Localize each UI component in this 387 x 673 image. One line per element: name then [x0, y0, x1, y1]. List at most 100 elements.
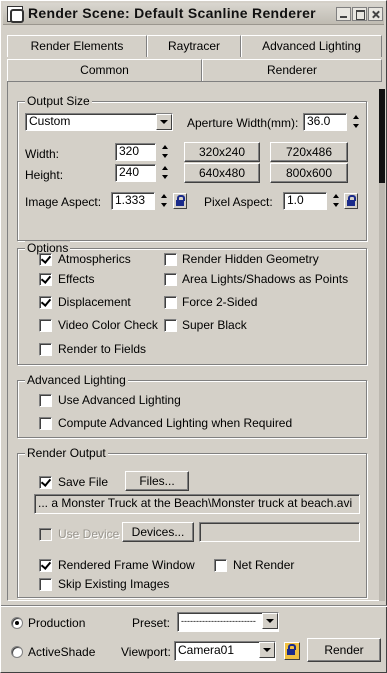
compute-advanced-lighting-label: Compute Advanced Lighting when Required — [58, 416, 293, 430]
height-field[interactable]: 240 — [115, 164, 156, 182]
production-radio[interactable] — [11, 617, 23, 629]
aperture-width-label: Aperture Width(mm): — [187, 116, 299, 130]
scrollbar-thumb[interactable] — [379, 89, 385, 183]
rendered-frame-window-label: Rendered Frame Window — [58, 558, 195, 572]
displacement-checkbox[interactable] — [39, 296, 52, 309]
render-to-fields-checkbox[interactable] — [39, 343, 52, 356]
window-title: Render Scene: Default Scanline Renderer — [28, 5, 316, 21]
viewport-value: Camera01 — [178, 643, 235, 657]
advanced-lighting-title: Advanced Lighting — [25, 373, 128, 387]
force-2-sided-label: Force 2-Sided — [182, 295, 258, 309]
width-label: Width: — [25, 147, 60, 161]
files-button[interactable]: Files... — [125, 471, 189, 491]
render-hidden-geometry-label: Render Hidden Geometry — [182, 252, 319, 266]
preset-dropdown[interactable]: ------------------------- — [177, 612, 279, 632]
spinner-up-icon[interactable] — [160, 143, 171, 152]
aperture-width-field[interactable]: 36.0 — [303, 113, 347, 131]
chevron-down-icon[interactable] — [262, 613, 278, 629]
super-black-checkbox[interactable] — [164, 319, 177, 332]
area-lights-shadows-checkbox[interactable] — [164, 273, 177, 286]
pixel-aspect-field[interactable]: 1.0 — [283, 192, 327, 210]
render-button[interactable]: Render — [307, 638, 381, 662]
video-color-check-checkbox[interactable] — [39, 319, 52, 332]
render-hidden-geometry-checkbox[interactable] — [164, 253, 177, 266]
output-size-preset-dropdown[interactable]: Custom — [25, 113, 173, 131]
tab-renderer[interactable]: Renderer — [202, 59, 382, 81]
height-label: Height: — [25, 168, 64, 182]
app-icon — [7, 6, 24, 23]
displacement-label: Displacement — [58, 295, 131, 309]
output-size-preset-value: Custom — [29, 114, 71, 128]
image-aspect-spinner[interactable] — [159, 192, 170, 210]
aperture-width-spinner[interactable] — [351, 113, 362, 131]
spinner-down-icon[interactable] — [331, 201, 342, 210]
maximize-icon[interactable] — [352, 7, 367, 21]
render-to-fields-label: Render to Fields — [58, 342, 147, 356]
tab-common[interactable]: Common — [7, 59, 202, 81]
image-aspect-label: Image Aspect: — [25, 195, 102, 209]
chevron-down-icon[interactable] — [156, 114, 172, 130]
spinner-down-icon[interactable] — [160, 173, 171, 182]
viewport-label: Viewport: — [121, 645, 171, 659]
activeshade-label: ActiveShade — [28, 645, 96, 659]
force-2-sided-checkbox[interactable] — [164, 296, 177, 309]
minimize-icon[interactable] — [336, 7, 351, 21]
close-icon[interactable] — [368, 7, 383, 21]
image-aspect-field[interactable]: 1.333 — [111, 192, 155, 210]
video-color-check-label: Video Color Check — [58, 318, 158, 332]
preset-800x600-button[interactable]: 800x600 — [270, 163, 348, 183]
width-field[interactable]: 320 — [115, 143, 156, 161]
use-device-checkbox[interactable] — [39, 528, 52, 541]
super-black-label: Super Black — [182, 318, 247, 332]
height-spinner[interactable] — [160, 164, 171, 182]
output-file-path: ... a Monster Truck at the Beach\Monster… — [34, 494, 360, 514]
effects-checkbox[interactable] — [39, 273, 52, 286]
rendered-frame-window-checkbox[interactable] — [39, 559, 52, 572]
render-scene-dialog: Render Scene: Default Scanline Renderer … — [0, 0, 387, 673]
atmospherics-label: Atmospherics — [58, 252, 131, 266]
spinner-up-icon[interactable] — [159, 192, 170, 201]
devices-button[interactable]: Devices... — [122, 522, 194, 542]
preset-320x240-button[interactable]: 320x240 — [184, 142, 260, 162]
tab-raytracer[interactable]: Raytracer — [147, 35, 241, 57]
image-aspect-lock-icon[interactable] — [173, 193, 187, 209]
output-size-title: Output Size — [25, 94, 92, 108]
use-device-label: Use Device — [58, 527, 120, 541]
tab-advanced-lighting[interactable]: Advanced Lighting — [241, 35, 382, 57]
spinner-up-icon[interactable] — [331, 192, 342, 201]
use-advanced-lighting-label: Use Advanced Lighting — [58, 393, 181, 407]
width-spinner[interactable] — [160, 143, 171, 161]
skip-existing-images-label: Skip Existing Images — [58, 577, 170, 591]
net-render-label: Net Render — [233, 558, 295, 572]
compute-advanced-lighting-checkbox[interactable] — [39, 417, 52, 430]
effects-label: Effects — [58, 272, 95, 286]
skip-existing-images-checkbox[interactable] — [39, 578, 52, 591]
spinner-down-icon[interactable] — [351, 122, 362, 131]
activeshade-radio[interactable] — [11, 646, 23, 658]
save-file-label: Save File — [58, 475, 109, 489]
viewport-dropdown[interactable]: Camera01 — [174, 641, 276, 661]
render-output-title: Render Output — [25, 446, 108, 460]
net-render-checkbox[interactable] — [214, 559, 227, 572]
preset-value: ------------------------- — [181, 616, 256, 626]
chevron-down-icon[interactable] — [259, 642, 275, 658]
pixel-aspect-spinner[interactable] — [331, 192, 342, 210]
spinner-up-icon[interactable] — [351, 113, 362, 122]
device-name-field — [199, 522, 360, 542]
atmospherics-checkbox[interactable] — [39, 253, 52, 266]
save-file-checkbox[interactable] — [39, 476, 52, 489]
pixel-aspect-lock-icon[interactable] — [344, 193, 358, 209]
preset-720x486-button[interactable]: 720x486 — [270, 142, 348, 162]
title-bar[interactable]: Render Scene: Default Scanline Renderer — [3, 3, 384, 25]
preset-640x480-button[interactable]: 640x480 — [184, 163, 260, 183]
tab-render-elements[interactable]: Render Elements — [7, 35, 147, 57]
bottom-separator — [1, 605, 387, 607]
spinner-down-icon[interactable] — [160, 152, 171, 161]
viewport-lock-icon[interactable] — [284, 642, 300, 660]
production-label: Production — [28, 616, 86, 630]
spinner-up-icon[interactable] — [160, 164, 171, 173]
pixel-aspect-label: Pixel Aspect: — [204, 195, 273, 209]
spinner-down-icon[interactable] — [159, 201, 170, 210]
preset-label: Preset: — [132, 616, 171, 630]
use-advanced-lighting-checkbox[interactable] — [39, 394, 52, 407]
